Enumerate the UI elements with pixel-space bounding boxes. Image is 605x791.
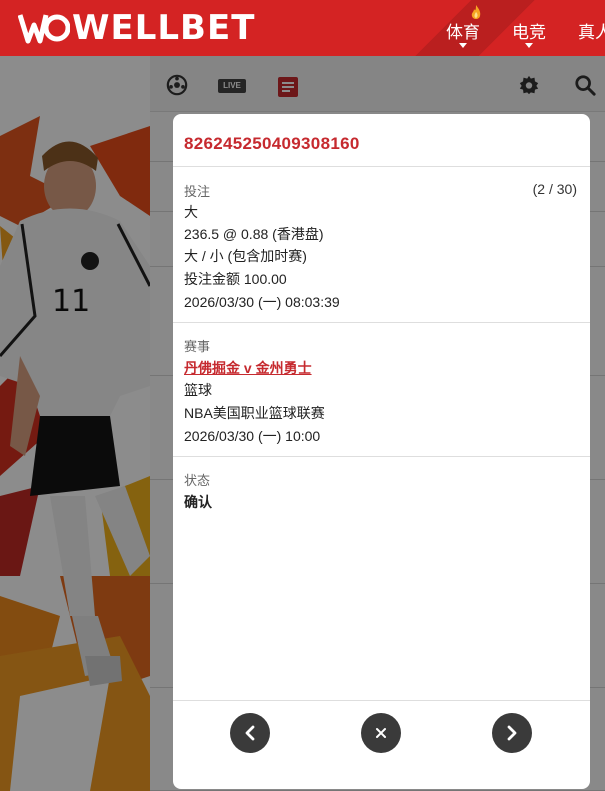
nav-label: 体育 bbox=[446, 23, 480, 42]
bet-placed-time: 2026/03/30 (一) 08:03:39 bbox=[184, 294, 340, 310]
event-league: NBA美国职业篮球联赛 bbox=[184, 405, 325, 421]
next-button[interactable] bbox=[492, 713, 532, 753]
brand-name: WELLBET bbox=[72, 8, 256, 48]
close-icon bbox=[376, 728, 386, 738]
nav-label: 真人 bbox=[578, 23, 605, 42]
chevron-left-icon bbox=[245, 725, 255, 741]
close-button[interactable] bbox=[361, 713, 401, 753]
bet-odds: 236.5 @ 0.88 (香港盘) bbox=[184, 226, 324, 242]
bet-id: 826245250409308160 bbox=[184, 134, 360, 153]
event-section-label: 赛事 bbox=[184, 339, 211, 354]
event-match-link[interactable]: 丹佛掘金 v 金州勇士 bbox=[184, 358, 312, 378]
top-header: WELLBET 体育 电竞 真人 bbox=[0, 0, 605, 56]
event-start-time: 2026/03/30 (一) 10:00 bbox=[184, 428, 321, 444]
divider bbox=[173, 166, 590, 167]
divider bbox=[173, 700, 590, 701]
event-sport: 篮球 bbox=[184, 382, 212, 398]
bet-stake: 投注金额 100.00 bbox=[184, 271, 287, 287]
bet-market: 大 / 小 (包含加时赛) bbox=[184, 248, 307, 264]
nav-label: 电竞 bbox=[512, 23, 546, 42]
bet-counter: (2 / 30) bbox=[532, 181, 577, 197]
nav-item-live-casino[interactable]: 真人 bbox=[562, 0, 605, 56]
status-value: 确认 bbox=[184, 494, 212, 510]
logo-mark-icon bbox=[18, 14, 70, 44]
bet-selection: 大 bbox=[184, 204, 198, 220]
status-section-label: 状态 bbox=[184, 473, 211, 488]
bet-detail-modal: 826245250409308160 投注 (2 / 30) 大 236.5 @… bbox=[173, 114, 590, 789]
brand-logo[interactable]: WELLBET bbox=[18, 8, 255, 48]
nav-item-sports[interactable]: 体育 bbox=[430, 0, 496, 56]
main-nav: 体育 电竞 真人 bbox=[430, 0, 605, 56]
fire-icon bbox=[471, 5, 481, 19]
chevron-down-icon bbox=[459, 43, 467, 48]
bet-section-label: 投注 bbox=[184, 184, 211, 199]
previous-button[interactable] bbox=[230, 713, 270, 753]
divider bbox=[173, 456, 590, 457]
chevron-right-icon bbox=[507, 725, 517, 741]
nav-item-esports[interactable]: 电竞 bbox=[496, 0, 562, 56]
divider bbox=[173, 322, 590, 323]
chevron-down-icon bbox=[525, 43, 533, 48]
